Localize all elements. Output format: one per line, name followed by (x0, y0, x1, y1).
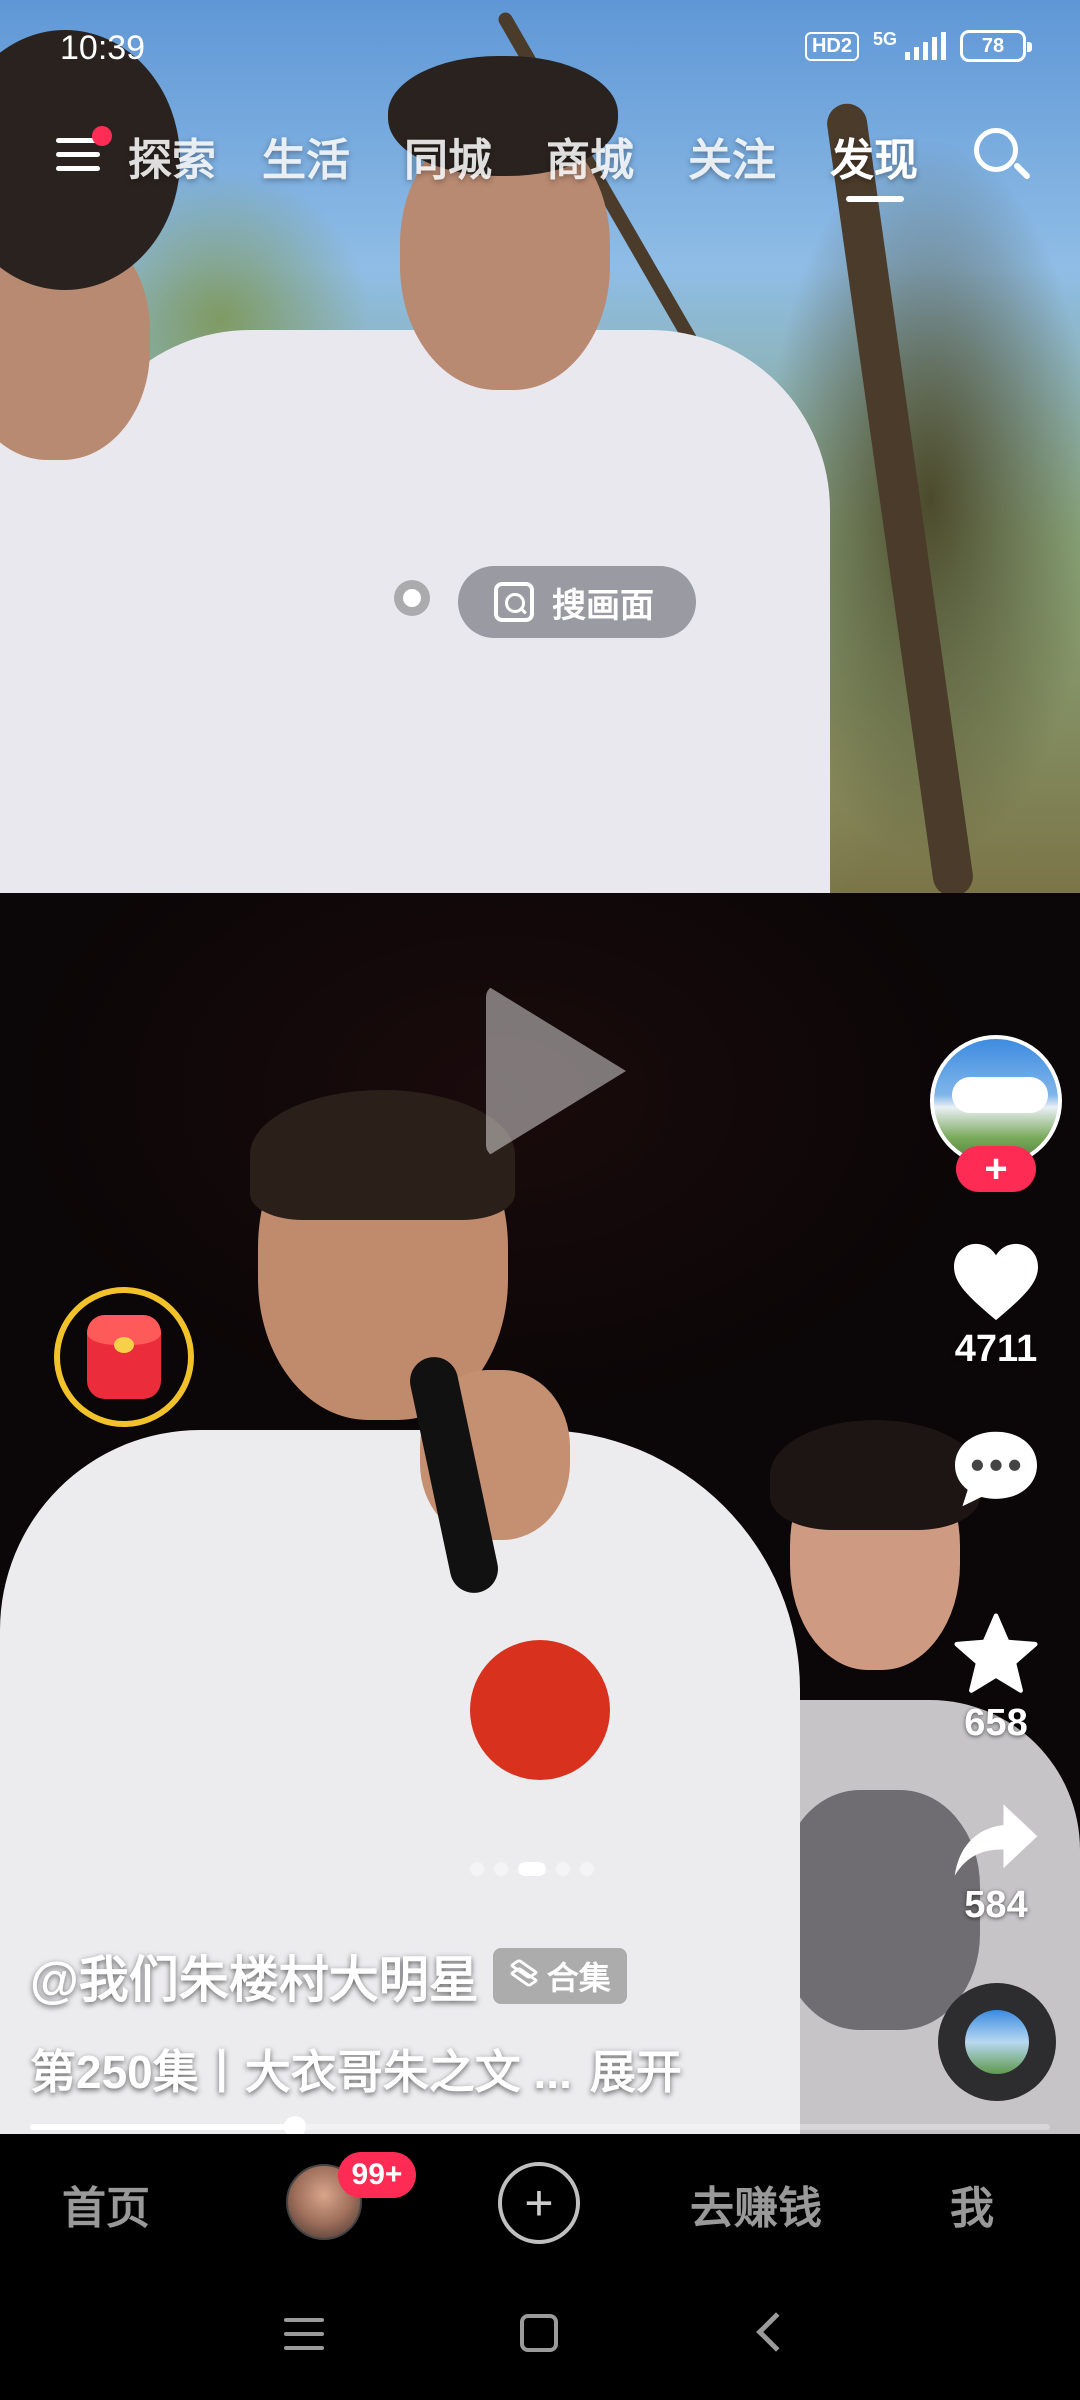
collection-chip[interactable]: 合集 (492, 1948, 627, 2004)
system-nav-bar (0, 2272, 1080, 2400)
red-packet-button[interactable] (54, 1287, 194, 1427)
like-button[interactable]: 4711 (940, 1240, 1052, 1371)
caption-description: 第250集丨大衣哥朱之文 ... 展开 (30, 2036, 682, 2102)
layers-icon (508, 1958, 539, 1991)
notification-badge: 99+ (338, 2152, 416, 2198)
top-nav: 探索 生活 同城 商城 关注 发现 (0, 110, 1080, 210)
menu-button[interactable] (56, 126, 112, 180)
like-count: 4711 (954, 1328, 1038, 1370)
home-icon[interactable] (520, 2314, 558, 2352)
music-cover-icon (965, 2010, 1029, 2074)
pager-dot (518, 1862, 546, 1876)
collection-label: 合集 (546, 1960, 611, 1996)
tab-local[interactable]: 同城 (404, 124, 492, 188)
status-time: 10:39 (60, 28, 146, 67)
pager-dot (494, 1862, 508, 1876)
tab-life[interactable]: 生活 (262, 124, 350, 188)
tab-discover[interactable]: 发现 (830, 124, 918, 188)
comment-button[interactable] (940, 1428, 1052, 1510)
author-name[interactable]: @我们朱楼村大明星 (30, 1940, 479, 2012)
favorite-count: 658 (964, 1702, 1028, 1744)
expand-button[interactable]: 展开 (590, 2036, 682, 2102)
scan-anchor-dot (394, 580, 430, 616)
share-arrow-icon (954, 1804, 1038, 1876)
image-search-icon (494, 582, 534, 622)
star-icon (954, 1613, 1038, 1693)
active-tab-indicator (846, 196, 904, 202)
notification-dot (92, 126, 112, 146)
play-icon[interactable] (486, 985, 626, 1157)
search-frame-label: 搜画面 (552, 586, 654, 625)
bottom-nav: 首页 99+ + 去赚钱 我 (0, 2134, 1080, 2272)
back-icon[interactable] (756, 2312, 796, 2352)
search-icon[interactable] (970, 124, 1032, 186)
nav-home[interactable]: 首页 (62, 2172, 150, 2236)
pager-dot (556, 1862, 570, 1876)
tab-explore[interactable]: 探索 (128, 124, 216, 188)
heart-icon (954, 1243, 1038, 1321)
status-indicators: HD2 5G 78 (804, 28, 1032, 62)
status-bar: 10:39 HD2 5G 78 (0, 0, 1080, 96)
pager-dot (470, 1862, 484, 1876)
nav-me[interactable]: 我 (950, 2172, 994, 2236)
signal-icon (905, 32, 946, 60)
hd-voice-icon: HD2 (804, 31, 859, 61)
search-frame-button[interactable]: 搜画面 (458, 566, 696, 638)
progress-fill (30, 2124, 296, 2130)
tab-mall[interactable]: 商城 (546, 124, 634, 188)
create-post-button[interactable]: + (498, 2162, 580, 2244)
video-progress-bar[interactable] (30, 2116, 1050, 2138)
follow-button[interactable]: + (956, 1146, 1036, 1192)
episode-title: 第250集丨大衣哥朱之文 ... (30, 2046, 572, 2098)
performer-singer (0, 1430, 800, 2134)
pager-dot (580, 1862, 594, 1876)
red-envelope-icon (87, 1315, 161, 1399)
music-disc-button[interactable] (938, 1983, 1056, 2101)
network-type: 5G (872, 28, 897, 49)
share-count: 584 (964, 1884, 1028, 1926)
recent-apps-icon[interactable] (284, 2316, 324, 2352)
battery-icon: 78 (960, 30, 1032, 62)
tab-following[interactable]: 关注 (688, 124, 776, 188)
favorite-button[interactable]: 658 (940, 1612, 1052, 1745)
image-pager (470, 1862, 594, 1876)
comment-icon (955, 1431, 1037, 1507)
share-button[interactable]: 584 (940, 1800, 1052, 1927)
nav-earn[interactable]: 去赚钱 (690, 2172, 822, 2236)
caption-author-row: @我们朱楼村大明星 合集 (30, 1940, 627, 2012)
